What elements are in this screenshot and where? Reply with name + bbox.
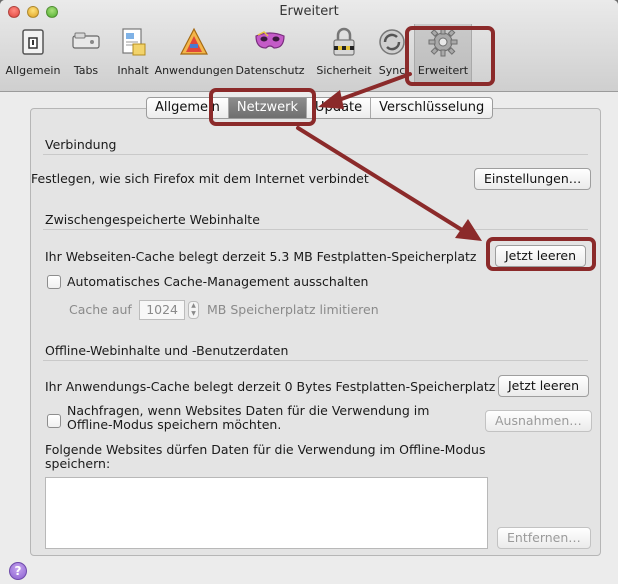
preferences-toolbar: Allgemein Tabs Inhalt Anwendungen Datens…	[0, 24, 618, 86]
content-icon	[122, 28, 146, 56]
sync-icon	[379, 29, 405, 55]
offline-cache-status: Ihr Anwendungs-Cache belegt derzeit 0 By…	[45, 379, 496, 394]
cache-limit-prefix: Cache auf	[69, 302, 132, 317]
switch-icon	[22, 29, 44, 55]
toolbar-item-allgemein[interactable]: Allgemein	[2, 24, 64, 86]
clear-offline-cache-button[interactable]: Jetzt leeren	[498, 375, 590, 397]
cache-limit-suffix: MB Speicherplatz limitieren	[207, 302, 379, 317]
offline-ask-label: Nachfragen, wenn Websites Daten für die …	[67, 404, 429, 432]
section-divider	[43, 360, 588, 361]
tab-verschluesselung[interactable]: Verschlüsselung	[371, 98, 492, 118]
offline-list-label: Folgende Websites dürfen Daten für die V…	[45, 443, 485, 471]
network-panel: Verbindung Festlegen, wie sich Firefox m…	[30, 108, 601, 556]
title-bar: Erweitert Allgemein Tabs Inhalt Anwendun…	[0, 0, 618, 92]
connection-settings-button[interactable]: Einstellungen…	[474, 168, 592, 190]
toolbar-item-anwendungen[interactable]: Anwendungen	[155, 24, 233, 86]
section-divider	[43, 229, 588, 230]
tab-bar: Allgemein Netzwerk Update Verschlüsselun…	[146, 97, 494, 119]
offline-remove-button[interactable]: Entfernen…	[497, 527, 591, 549]
section-divider	[43, 154, 588, 155]
toolbar-item-datenschutz[interactable]: Datenschutz	[230, 24, 310, 86]
tab-update[interactable]: Update	[307, 98, 372, 118]
offline-ask-label-line1: Nachfragen, wenn Websites Daten für die …	[67, 403, 430, 418]
highlight-clear-cache	[486, 237, 596, 271]
toolbar-item-tabs[interactable]: Tabs	[66, 24, 106, 86]
connection-description: Festlegen, wie sich Firefox mit dem Inte…	[31, 171, 369, 186]
cache-status: Ihr Webseiten-Cache belegt derzeit 5.3 M…	[45, 249, 477, 264]
toolbar-label: Sync	[378, 64, 406, 77]
section-title-offline: Offline-Webinhalte und -Benutzerdaten	[45, 343, 289, 358]
toolbar-label: Tabs	[73, 64, 99, 77]
cache-limit-input[interactable]: 1024	[139, 300, 185, 320]
toolbar-label: Inhalt	[117, 64, 149, 77]
offline-list-label-line1: Folgende Websites dürfen Daten für die V…	[45, 442, 486, 457]
toolbar-item-inhalt[interactable]: Inhalt	[110, 24, 156, 86]
section-title-connection: Verbindung	[45, 137, 117, 152]
offline-ask-checkbox[interactable]	[47, 414, 61, 428]
tabs-icon	[72, 32, 100, 49]
offline-list-label-line2: speichern:	[45, 456, 111, 471]
mask-icon	[255, 31, 285, 49]
cache-override-label: Automatisches Cache-Management ausschalt…	[67, 274, 369, 289]
highlight-erweitert	[405, 26, 495, 86]
preferences-window: Erweitert Allgemein Tabs Inhalt Anwendun…	[0, 0, 618, 584]
applications-icon	[180, 27, 208, 55]
cache-limit-stepper[interactable]: ▲ ▼	[188, 301, 199, 319]
toolbar-label: Allgemein	[5, 64, 61, 77]
lock-icon	[333, 27, 355, 56]
toolbar-item-sicherheit[interactable]: Sicherheit	[316, 24, 372, 86]
toolbar-label: Datenschutz	[235, 64, 305, 77]
toolbar-label: Sicherheit	[316, 64, 372, 77]
toolbar-label: Anwendungen	[154, 64, 234, 77]
offline-ask-label-line2: Offline-Modus speichern möchten.	[67, 417, 282, 432]
cache-override-checkbox[interactable]	[47, 275, 61, 289]
highlight-netzwerk-tab	[209, 88, 316, 126]
help-button[interactable]: ?	[9, 562, 27, 580]
offline-websites-list[interactable]	[45, 477, 488, 549]
window-title: Erweitert	[279, 4, 339, 19]
section-title-cache: Zwischengespeicherte Webinhalte	[45, 212, 260, 227]
offline-exceptions-button[interactable]: Ausnahmen…	[485, 410, 592, 432]
